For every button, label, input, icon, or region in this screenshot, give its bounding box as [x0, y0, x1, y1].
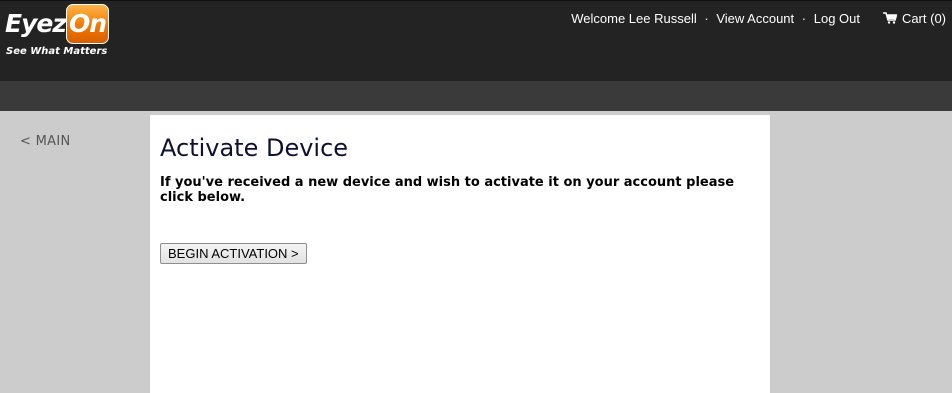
nav-separator: · — [704, 11, 709, 26]
logo-tagline: See What Matters — [6, 46, 108, 57]
nav-separator: · — [801, 11, 807, 26]
cart-label: Cart (0) — [901, 11, 946, 26]
page-title: Activate Device — [160, 134, 349, 162]
logo-word-eyez: Eyez — [5, 9, 67, 38]
eyezon-logo[interactable]: Eyez On See What Matters — [5, 4, 115, 60]
top-header-bar: Eyez On See What Matters Welcome Lee Rus… — [0, 0, 952, 81]
shopping-cart-icon — [882, 12, 897, 24]
activate-device-panel: Activate Device If you've received a new… — [150, 115, 770, 393]
begin-activation-button[interactable]: BEGIN ACTIVATION > — [160, 243, 307, 264]
cart-link[interactable]: Cart (0) — [882, 11, 946, 26]
sub-header-bar — [0, 81, 952, 111]
page-description: If you've received a new device and wish… — [160, 175, 735, 205]
user-nav: Welcome Lee Russell · View Account · Log… — [571, 11, 860, 26]
view-account-link[interactable]: View Account — [716, 11, 794, 26]
logo-word-on: On — [69, 9, 107, 38]
log-out-link[interactable]: Log Out — [814, 11, 860, 26]
welcome-text: Welcome Lee Russell — [571, 11, 697, 26]
back-to-main-link[interactable]: < MAIN — [20, 134, 71, 149]
